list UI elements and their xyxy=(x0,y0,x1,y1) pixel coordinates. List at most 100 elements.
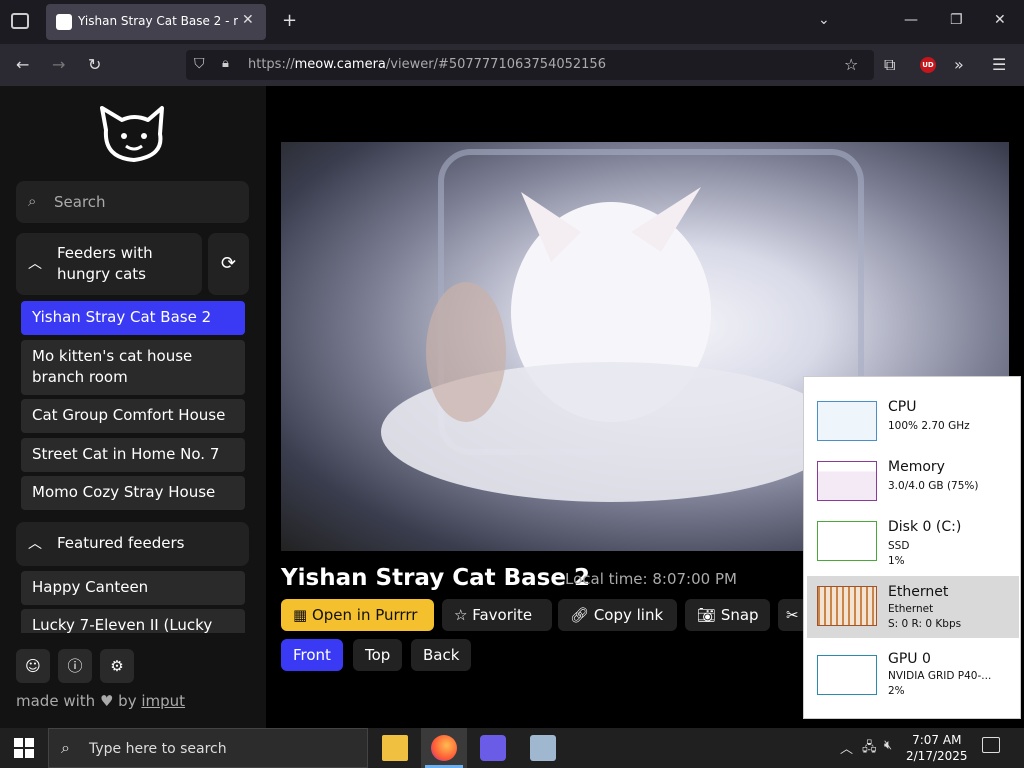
info-icon[interactable]: ⓘ xyxy=(58,649,92,683)
disk-graph xyxy=(817,521,877,561)
extensions-icon[interactable]: ⧉ xyxy=(884,55,895,75)
local-time: Local time: 8:07:00 PM xyxy=(565,570,737,588)
minimize-icon[interactable]: — xyxy=(904,12,918,28)
taskbar-search-box[interactable]: ⌕ Type here to search xyxy=(48,728,368,768)
featured-feeders-header[interactable]: ︿ Featured feeders xyxy=(16,522,249,566)
ethernet-graph xyxy=(817,586,877,626)
search-placeholder: Search xyxy=(54,193,106,211)
tm-row-cpu[interactable]: CPU 100% 2.70 GHz xyxy=(804,387,1020,449)
group-title: Feeders with hungry cats xyxy=(57,244,153,283)
more-tools-icon[interactable]: » xyxy=(954,55,964,74)
cat-logo-icon xyxy=(100,106,164,162)
feeder-item-momo[interactable]: Momo Cozy Stray House xyxy=(21,476,245,510)
tm-line2: S: 0 R: 0 Kbps xyxy=(888,618,962,630)
close-tab-icon[interactable]: ✕ xyxy=(242,12,254,28)
discord-icon[interactable]: ☺ xyxy=(16,649,50,683)
clock-date: 2/17/2025 xyxy=(906,749,968,763)
site-favicon-icon xyxy=(56,14,72,30)
qr-icon: ▦ xyxy=(293,606,312,624)
tm-name: CPU xyxy=(888,399,917,415)
camera-icon: 📷︎ xyxy=(697,606,721,624)
tm-name: Memory xyxy=(888,459,945,475)
copy-link-button[interactable]: 🔗︎ Copy link xyxy=(558,599,677,631)
taskbar-clock[interactable]: 7:07 AM 2/17/2025 xyxy=(906,732,968,764)
memory-graph xyxy=(817,461,877,501)
tm-name: Ethernet xyxy=(888,584,949,600)
tm-name: Disk 0 (C:) xyxy=(888,519,962,535)
lock-icon[interactable]: 🔒︎ xyxy=(222,56,229,71)
scissors-icon: ✂ xyxy=(786,606,799,624)
tm-line1: 100% 2.70 GHz xyxy=(888,420,970,432)
shield-icon[interactable]: ⛉ xyxy=(194,56,205,72)
chevron-up-icon: ︿ xyxy=(28,256,42,272)
firefox-taskbar-button[interactable] xyxy=(421,728,467,768)
heart-icon: ♥ xyxy=(99,692,114,710)
tm-row-ethernet[interactable]: Ethernet Ethernet S: 0 R: 0 Kbps xyxy=(807,576,1019,638)
feeder-item-happy-canteen[interactable]: Happy Canteen xyxy=(21,571,245,605)
file-explorer-icon[interactable] xyxy=(382,735,408,761)
hungry-feeders-header[interactable]: ︿ Feeders with hungry cats xyxy=(16,233,202,295)
tm-line2: 2% xyxy=(888,685,905,697)
tm-row-disk[interactable]: Disk 0 (C:) SSD 1% xyxy=(804,507,1020,569)
camera-title: Yishan Stray Cat Base 2 xyxy=(281,565,590,591)
remote-desktop-icon[interactable] xyxy=(530,735,556,761)
tab-overview-icon[interactable] xyxy=(11,13,29,29)
feeder-item-lucky[interactable]: Lucky 7-Eleven II (Lucky xyxy=(21,609,245,633)
ublock-icon[interactable]: UD xyxy=(920,57,936,73)
menu-icon[interactable]: ☰ xyxy=(992,55,1006,74)
chevron-up-icon: ︿ xyxy=(28,536,42,552)
forward-icon[interactable]: → xyxy=(52,55,65,74)
tm-line1: NVIDIA GRID P40-... xyxy=(888,670,992,682)
reload-icon[interactable]: ↻ xyxy=(88,55,101,74)
start-windows-icon[interactable] xyxy=(14,738,34,758)
browser-tab[interactable]: Yishan Stray Cat Base 2 - meow. ✕ xyxy=(46,4,266,40)
author-link[interactable]: imput xyxy=(141,692,185,710)
new-tab-icon[interactable]: + xyxy=(282,10,297,31)
made-with-footer: made with ♥ by imput xyxy=(16,692,186,710)
open-in-purrrr-button[interactable]: ▦ Open in Purrrr xyxy=(281,599,434,631)
refresh-icon[interactable]: ⟳ xyxy=(208,233,249,295)
list-tabs-icon[interactable]: ⌄ xyxy=(818,12,830,28)
tm-line1: SSD xyxy=(888,540,910,552)
feeder-search-input[interactable]: ⌕ Search xyxy=(16,181,249,223)
cpu-graph xyxy=(817,401,877,441)
tm-line1: Ethernet xyxy=(888,603,934,615)
settings-gear-icon[interactable]: ⚙ xyxy=(100,649,134,683)
address-bar[interactable]: ⛉ 🔒︎ https://meow.camera/viewer/#5077771… xyxy=(186,50,874,80)
tm-row-gpu[interactable]: GPU 0 NVIDIA GRID P40-... 2% xyxy=(804,643,1020,705)
search-icon: ⌕ xyxy=(28,192,37,210)
feeder-item-mo-kitten[interactable]: Mo kitten's cat house branch room xyxy=(21,340,245,395)
tab-title: Yishan Stray Cat Base 2 - meow. xyxy=(78,14,238,28)
feeder-item-street-cat[interactable]: Street Cat in Home No. 7 xyxy=(21,438,245,472)
tm-line2: 1% xyxy=(888,555,905,567)
favorite-button[interactable]: ☆ Favorite xyxy=(442,599,552,631)
view-top-button[interactable]: Top xyxy=(353,639,403,671)
view-back-button[interactable]: Back xyxy=(411,639,472,671)
notifications-icon[interactable] xyxy=(982,737,1000,753)
clock-time: 7:07 AM xyxy=(912,733,962,747)
task-manager-panel: CPU 100% 2.70 GHz Memory 3.0/4.0 GB (75%… xyxy=(803,376,1021,719)
url-text[interactable]: https://meow.camera/viewer/#507777106375… xyxy=(248,57,606,72)
tm-name: GPU 0 xyxy=(888,651,931,667)
link-icon: 🔗︎ xyxy=(570,606,594,624)
app-icon[interactable] xyxy=(480,735,506,761)
gpu-graph xyxy=(817,655,877,695)
feeder-item-yishan[interactable]: Yishan Stray Cat Base 2 xyxy=(21,301,245,335)
search-icon: ⌕ xyxy=(61,738,70,757)
taskbar-search-placeholder: Type here to search xyxy=(89,741,227,757)
firefox-icon xyxy=(431,735,457,761)
window-close-icon[interactable]: ✕ xyxy=(994,12,1006,28)
view-front-button[interactable]: Front xyxy=(281,639,343,671)
back-icon[interactable]: ← xyxy=(16,55,29,74)
star-icon: ☆ xyxy=(454,606,473,624)
snap-button[interactable]: 📷︎ Snap xyxy=(685,599,770,631)
tm-row-memory[interactable]: Memory 3.0/4.0 GB (75%) xyxy=(804,447,1020,509)
volume-muted-icon[interactable]: 🔇︎ xyxy=(884,738,892,753)
maximize-icon[interactable]: ❐ xyxy=(950,12,963,28)
show-hidden-icons-icon[interactable]: ︿ xyxy=(840,738,853,757)
bookmark-star-icon[interactable]: ☆ xyxy=(844,55,858,74)
feeder-item-cat-group[interactable]: Cat Group Comfort House xyxy=(21,399,245,433)
network-icon[interactable]: 🖧︎ xyxy=(862,738,877,760)
group-title: Featured feeders xyxy=(57,534,185,552)
tm-line1: 3.0/4.0 GB (75%) xyxy=(888,480,979,492)
